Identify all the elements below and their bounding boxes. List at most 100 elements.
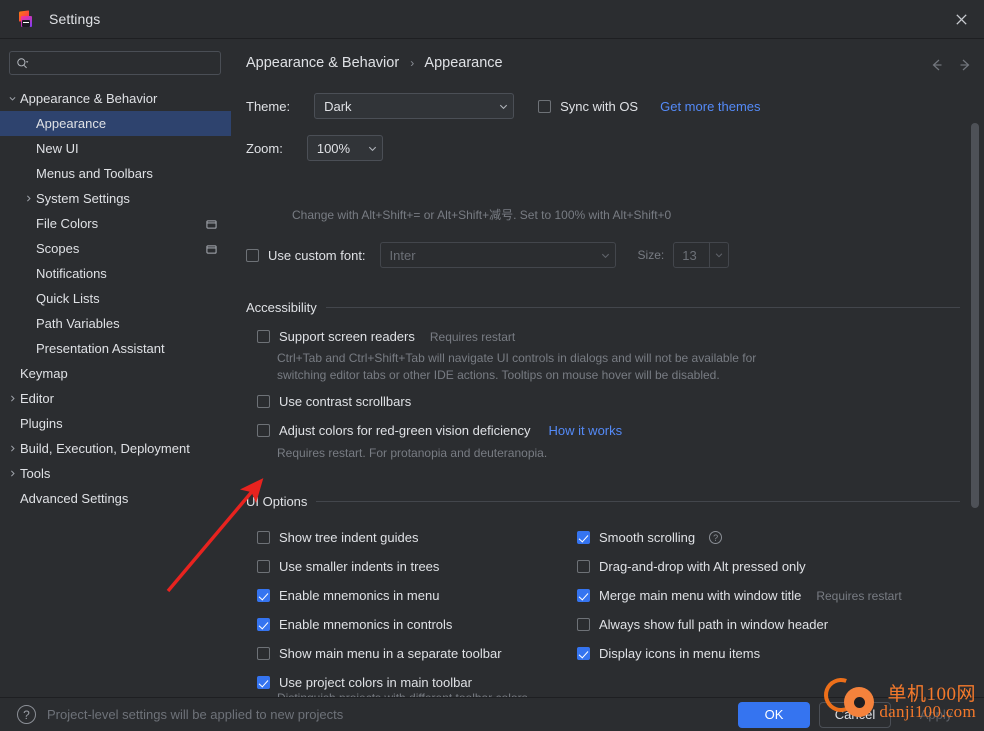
checkbox[interactable] (257, 531, 270, 544)
option-label: Smooth scrolling (599, 530, 696, 545)
support-screen-readers-checkbox[interactable] (257, 330, 270, 343)
use-custom-font-row[interactable]: Use custom font: (246, 248, 366, 263)
checkbox[interactable] (257, 589, 270, 602)
zoom-select[interactable]: 100% (306, 135, 383, 161)
content-scrollbar[interactable] (971, 85, 979, 725)
settings-sidebar: Appearance & Behavior Appearance New UI Men… (0, 39, 231, 697)
sidebar-item-label: Advanced Settings (20, 491, 129, 506)
checkbox[interactable] (577, 560, 590, 573)
search-box[interactable] (9, 51, 221, 75)
use-contrast-scrollbars-checkbox[interactable] (257, 395, 270, 408)
breadcrumb-root[interactable]: Appearance & Behavior (246, 55, 399, 71)
adjust-colors-checkbox[interactable] (257, 424, 270, 437)
sidebar-item-appearance[interactable]: Appearance (0, 111, 231, 136)
sidebar-item-label: Build, Execution, Deployment (20, 441, 190, 456)
custom-font-select[interactable]: Inter (379, 242, 616, 268)
chevron-down-icon[interactable] (5, 86, 20, 111)
help-circle-icon[interactable]: ? (709, 531, 723, 544)
how-it-works-link[interactable]: How it works (548, 423, 622, 438)
checkbox[interactable] (577, 589, 590, 602)
sidebar-item-build-execution-deployment[interactable]: Build, Execution, Deployment (0, 436, 231, 461)
use-contrast-scrollbars-label: Use contrast scrollbars (279, 394, 412, 409)
checkbox[interactable] (257, 647, 270, 660)
sidebar-item-advanced-settings[interactable]: Advanced Settings (0, 486, 231, 511)
sidebar-item-plugins[interactable]: Plugins (0, 411, 231, 436)
adjust-colors-description: Requires restart. For protanopia and deu… (277, 446, 548, 460)
accessibility-title: Accessibility (246, 300, 317, 315)
chevron-down-icon (600, 250, 611, 261)
get-more-themes-link[interactable]: Get more themes (660, 99, 760, 114)
option-show-main-menu-in-a-separate-toolbar[interactable]: Show main menu in a separate toolbar (257, 639, 587, 668)
option-label: Merge main menu with window title (599, 588, 802, 603)
adjust-colors-row[interactable]: Adjust colors for red-green vision defic… (257, 423, 622, 438)
option-enable-mnemonics-in-menu[interactable]: Enable mnemonics in menu (257, 581, 587, 610)
cancel-button[interactable]: Cancel (819, 701, 891, 728)
font-size-spinner[interactable]: 13 (673, 242, 730, 268)
navigation-arrows (928, 56, 974, 74)
adjust-colors-label: Adjust colors for red-green vision defic… (279, 423, 531, 438)
ok-button[interactable]: OK (738, 701, 810, 728)
search-input[interactable] (29, 53, 220, 73)
settings-window: Settings Appearance & Behavior Appearance… (0, 0, 984, 731)
sidebar-item-keymap[interactable]: Keymap (0, 361, 231, 386)
sidebar-item-path-variables[interactable]: Path Variables (0, 311, 231, 336)
sidebar-item-file-colors[interactable]: File Colors (0, 211, 231, 236)
arrow-right-icon[interactable] (956, 56, 974, 74)
requires-restart-note: Requires restart (429, 329, 516, 344)
footer-note: Project-level settings will be applied t… (47, 707, 344, 722)
sidebar-item-quick-lists[interactable]: Quick Lists (0, 286, 231, 311)
support-screen-readers-row[interactable]: Support screen readers Requires restart (257, 329, 515, 344)
close-icon[interactable] (946, 5, 976, 33)
option-enable-mnemonics-in-controls[interactable]: Enable mnemonics in controls (257, 610, 587, 639)
sidebar-item-label: Presentation Assistant (36, 341, 165, 356)
chevron-right-icon[interactable] (21, 186, 36, 211)
settings-tree: Appearance & Behavior Appearance New UI Men… (0, 86, 231, 511)
option-show-tree-indent-guides[interactable]: Show tree indent guides (257, 523, 587, 552)
apply-button[interactable]: Apply (900, 702, 972, 728)
checkbox[interactable] (577, 618, 590, 631)
chevron-right-icon[interactable] (5, 436, 20, 461)
sync-with-os-checkbox[interactable] (538, 99, 552, 113)
sidebar-item-presentation-assistant[interactable]: Presentation Assistant (0, 336, 231, 361)
support-screen-readers-description: Ctrl+Tab and Ctrl+Shift+Tab will navigat… (277, 351, 757, 382)
option-always-show-full-path-in-window-header[interactable]: Always show full path in window header (577, 610, 957, 639)
checkbox[interactable] (257, 618, 270, 631)
font-size-label: Size: (637, 248, 665, 262)
sidebar-item-menus-and-toolbars[interactable]: Menus and Toolbars (0, 161, 231, 186)
checkbox[interactable] (257, 676, 270, 689)
chevron-right-icon[interactable] (5, 386, 20, 411)
option-use-smaller-indents-in-trees[interactable]: Use smaller indents in trees (257, 552, 587, 581)
sync-with-os-row[interactable]: Sync with OS (538, 99, 638, 114)
arrow-left-icon[interactable] (928, 56, 946, 74)
chevron-down-icon (498, 101, 509, 112)
sidebar-item-new-ui[interactable]: New UI (0, 136, 231, 161)
sidebar-item-notifications[interactable]: Notifications (0, 261, 231, 286)
sidebar-item-scopes[interactable]: Scopes (0, 236, 231, 261)
use-contrast-scrollbars-row[interactable]: Use contrast scrollbars (257, 394, 411, 409)
dialog-footer: ? Project-level settings will be applied… (0, 697, 984, 731)
sidebar-item-appearance-behavior[interactable]: Appearance & Behavior (0, 86, 231, 111)
sidebar-item-system-settings[interactable]: System Settings (0, 186, 231, 211)
option-display-icons-in-menu-items[interactable]: Display icons in menu items (577, 639, 957, 668)
sidebar-item-editor[interactable]: Editor (0, 386, 231, 411)
help-circle-icon[interactable]: ? (17, 705, 36, 724)
checkbox[interactable] (577, 531, 590, 544)
sidebar-item-tools[interactable]: Tools (0, 461, 231, 486)
title-bar: Settings (0, 0, 984, 39)
option-merge-main-menu-with-window-title[interactable]: Merge main menu with window title Require… (577, 581, 957, 610)
settings-content: Appearance & Behavior › Appearance Theme… (231, 39, 984, 722)
option-drag-and-drop-with-alt-pressed-only[interactable]: Drag-and-drop with Alt pressed only (577, 552, 957, 581)
checkbox[interactable] (257, 560, 270, 573)
option-smooth-scrolling[interactable]: Smooth scrolling? (577, 523, 957, 552)
sidebar-item-label: Tools (20, 466, 51, 481)
chevron-down-icon[interactable] (709, 243, 728, 267)
theme-select[interactable]: Dark (314, 93, 515, 119)
chevron-right-icon[interactable] (5, 461, 20, 486)
use-custom-font-checkbox[interactable] (246, 248, 259, 262)
checkbox[interactable] (577, 647, 590, 660)
scrollbar-thumb[interactable] (971, 123, 979, 508)
